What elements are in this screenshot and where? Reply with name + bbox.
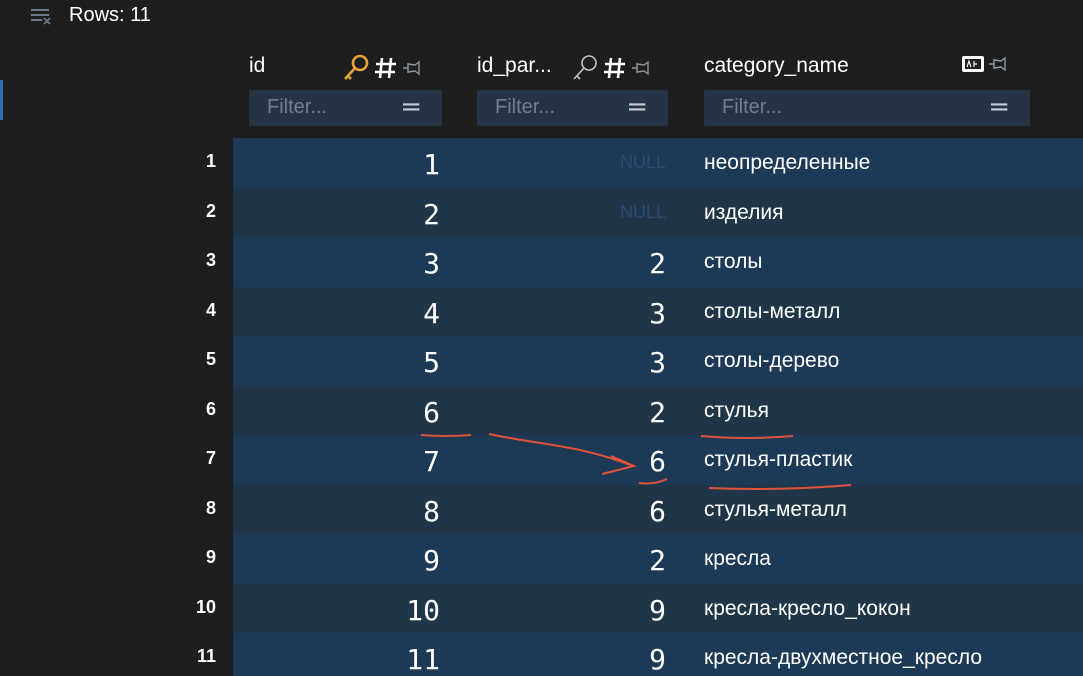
cell-id[interactable]: 2	[233, 198, 440, 231]
cell-id[interactable]: 4	[233, 297, 440, 330]
foreign-key-icon	[573, 55, 597, 80]
row-count-label: Rows: 11	[69, 4, 151, 26]
cell-id[interactable]: 1	[233, 148, 440, 181]
filter-placeholder: Filter...	[722, 96, 783, 118]
row-number: 4	[205, 299, 216, 320]
table-row[interactable]: 3 3 2 столы	[0, 237, 1083, 287]
cell-category-name[interactable]: кресла	[704, 547, 1074, 571]
cell-id-parent[interactable]: 9	[460, 643, 666, 676]
cell-id-parent[interactable]: 2	[460, 396, 666, 429]
row-number: 2	[205, 200, 216, 221]
filter-input-category-name[interactable]: Filter... =	[704, 90, 1030, 126]
filter-placeholder: Filter...	[495, 96, 556, 118]
cell-category-name[interactable]: столы-металл	[704, 300, 1074, 324]
row-number: 10	[195, 596, 216, 617]
table-row[interactable]: 2 2 NULL изделия	[0, 187, 1083, 237]
table-row[interactable]: 5 5 3 столы-дерево	[0, 336, 1083, 386]
row-number: 8	[205, 497, 216, 518]
filter-input-id[interactable]: Filter... =	[249, 90, 442, 126]
column-header-row: id Filter... = id_par... Filter... = cat…	[0, 52, 1083, 136]
cell-id-parent[interactable]: 6	[460, 495, 666, 528]
table-row[interactable]: 11 11 9 кресла-двухместное_кресло	[0, 633, 1083, 676]
filter-operator-button[interactable]: =	[626, 92, 648, 122]
cell-id[interactable]: 5	[233, 346, 440, 379]
numeric-type-icon	[604, 57, 625, 79]
cell-id[interactable]: 7	[233, 445, 440, 478]
cell-category-name[interactable]: стулья-металл	[704, 498, 1074, 522]
cell-id[interactable]: 3	[233, 247, 440, 280]
column-header-id-parent[interactable]: id_par... Filter... =	[477, 52, 668, 136]
filter-operator-button[interactable]: =	[400, 92, 422, 122]
cell-id[interactable]: 9	[233, 544, 440, 577]
table-row[interactable]: 1 1 NULL неопределенные	[0, 138, 1083, 188]
cell-category-name[interactable]: столы-дерево	[704, 349, 1074, 373]
column-header-category-name[interactable]: category_name Filter... =	[704, 52, 1030, 136]
primary-key-icon	[344, 54, 369, 80]
pin-icon[interactable]	[401, 58, 423, 78]
numeric-type-icon	[375, 57, 396, 79]
cell-id[interactable]: 8	[233, 495, 440, 528]
column-title-category-name: category_name	[704, 54, 849, 77]
cell-id[interactable]: 11	[233, 643, 440, 676]
pin-icon[interactable]	[987, 54, 1009, 74]
cell-id[interactable]: 6	[233, 396, 440, 429]
cell-category-name[interactable]: неопределенные	[704, 151, 1074, 175]
row-number: 7	[205, 448, 216, 468]
cell-category-name[interactable]: кресла-кресло_кокон	[704, 597, 1074, 621]
cell-category-name[interactable]: стулья-пластик	[704, 448, 1074, 472]
filter-operator-button[interactable]: =	[988, 92, 1010, 122]
row-number: 3	[205, 250, 216, 270]
cell-id[interactable]: 10	[233, 594, 440, 627]
cell-id-parent[interactable]: 9	[460, 594, 666, 627]
cell-category-name[interactable]: стулья	[704, 399, 1074, 423]
row-number: 9	[205, 547, 216, 567]
filter-input-id-parent[interactable]: Filter... =	[477, 90, 668, 126]
cell-id-parent[interactable]: 6	[460, 445, 666, 478]
pin-icon[interactable]	[630, 58, 652, 78]
table-row[interactable]: 7 7 6 стулья-пластик	[0, 435, 1083, 485]
cell-id-parent[interactable]: 3	[460, 297, 666, 330]
results-toolbar: Rows: 11	[0, 0, 1083, 34]
text-type-icon	[962, 56, 984, 72]
row-number: 6	[205, 398, 216, 419]
table-row[interactable]: 6 6 2 стулья	[0, 385, 1083, 435]
table-row[interactable]: 10 10 9 кресла-кресло_кокон	[0, 583, 1083, 633]
cell-category-name[interactable]: столы	[704, 250, 1074, 274]
cell-id-parent[interactable]: 2	[460, 247, 666, 280]
cell-category-name[interactable]: изделия	[704, 201, 1074, 225]
column-title-id: id	[249, 54, 266, 77]
table-row[interactable]: 9 9 2 кресла	[0, 534, 1083, 584]
rows-icon	[31, 9, 51, 25]
row-number: 11	[196, 646, 216, 666]
row-number: 1	[205, 151, 216, 171]
cell-id-parent[interactable]: 3	[460, 346, 666, 379]
column-header-id[interactable]: id Filter... =	[249, 52, 442, 136]
cell-id-parent-null[interactable]: NULL	[460, 152, 666, 173]
filter-placeholder: Filter...	[267, 96, 328, 118]
cell-id-parent[interactable]: 2	[460, 544, 666, 577]
column-title-id-parent: id_par...	[477, 54, 552, 77]
row-number: 5	[205, 349, 216, 369]
cell-id-parent-null[interactable]: NULL	[460, 202, 666, 223]
table-row[interactable]: 4 4 3 столы-металл	[0, 286, 1083, 336]
table-row[interactable]: 8 8 6 стулья-металл	[0, 484, 1083, 534]
cell-category-name[interactable]: кресла-двухместное_кресло	[704, 646, 1074, 670]
